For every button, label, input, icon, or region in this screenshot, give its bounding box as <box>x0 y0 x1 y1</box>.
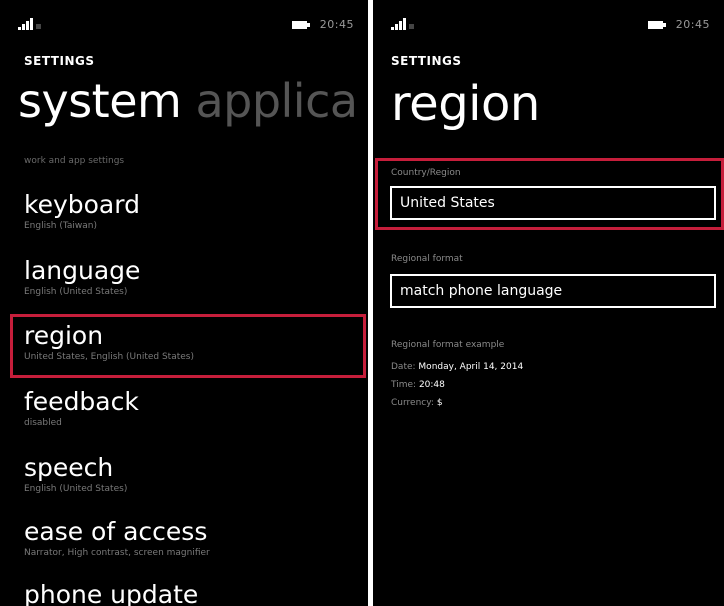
settings-item-title: ease of access <box>24 517 208 546</box>
signal-strength-icon <box>18 18 41 30</box>
settings-item-subtitle: disabled <box>24 418 62 428</box>
settings-item-keyboard[interactable]: keyboard English (Taiwan) <box>24 192 354 231</box>
battery-icon <box>648 21 666 29</box>
settings-item-title: speech <box>24 453 114 482</box>
system-settings-screen: 20:45 SETTINGS system applica work and a… <box>0 0 368 606</box>
example-date: Date: Monday, April 14, 2014 <box>391 362 523 372</box>
highlight-box-region-item <box>10 314 366 378</box>
settings-item-subtitle: Narrator, High contrast, screen magnifie… <box>24 548 210 558</box>
example-time: Time: 20:48 <box>391 380 445 390</box>
settings-item-subtitle: English (United States) <box>24 484 128 494</box>
app-title: SETTINGS <box>24 54 95 68</box>
section-hint: work and app settings <box>24 156 125 166</box>
example-date-label: Date: <box>391 362 416 372</box>
example-time-value: 20:48 <box>418 380 445 390</box>
example-currency: Currency: $ <box>391 398 443 408</box>
highlight-box-country-region <box>375 158 724 230</box>
settings-item-title: language <box>24 256 141 285</box>
signal-strength-icon <box>391 18 414 30</box>
pivot-header[interactable]: system applica <box>18 78 358 124</box>
settings-item-subtitle: English (Taiwan) <box>24 221 97 231</box>
example-currency-label: Currency: <box>391 398 434 408</box>
settings-item-subtitle: English (United States) <box>24 287 128 297</box>
status-bar: 20:45 <box>18 18 354 32</box>
settings-item-speech[interactable]: speech English (United States) <box>24 455 354 494</box>
settings-item-title: phone update <box>24 580 199 606</box>
settings-item-language[interactable]: language English (United States) <box>24 258 354 297</box>
status-time: 20:45 <box>675 18 710 31</box>
status-time: 20:45 <box>319 18 354 31</box>
example-time-label: Time: <box>391 380 417 390</box>
settings-item-title: feedback <box>24 387 139 416</box>
regional-format-example-label: Regional format example <box>391 340 505 350</box>
battery-icon <box>292 21 310 29</box>
app-title: SETTINGS <box>391 54 462 68</box>
page-title: region <box>391 76 540 132</box>
example-currency-value: $ <box>436 398 443 408</box>
pivot-applications[interactable]: applica <box>195 74 358 128</box>
example-date-value: Monday, April 14, 2014 <box>418 362 524 372</box>
status-bar: 20:45 <box>391 18 710 32</box>
settings-item-feedback[interactable]: feedback disabled <box>24 389 354 428</box>
region-settings-screen: 20:45 SETTINGS region Country/Region Uni… <box>373 0 724 606</box>
regional-format-label: Regional format <box>391 254 463 264</box>
settings-item-ease-of-access[interactable]: ease of access Narrator, High contrast, … <box>24 519 354 558</box>
regional-format-picker[interactable]: match phone language <box>390 274 716 308</box>
settings-item-phone-update[interactable]: phone update <box>24 582 354 606</box>
pivot-system[interactable]: system <box>18 74 182 128</box>
settings-item-title: keyboard <box>24 190 140 219</box>
